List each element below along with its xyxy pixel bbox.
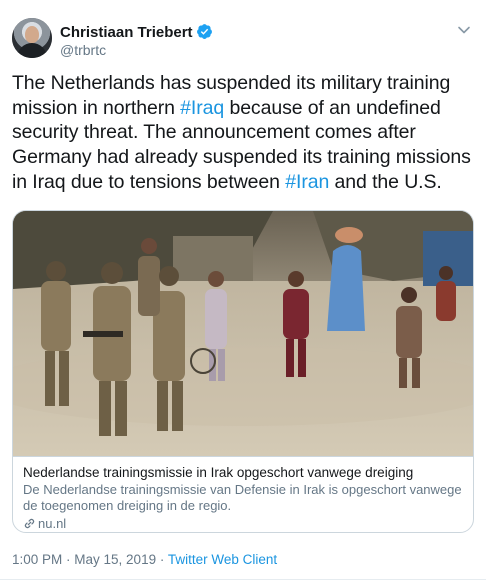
link-preview-card[interactable]: Nederlandse trainingsmissie in Irak opge… [12,210,474,533]
author-handle[interactable]: @trbrtc [60,42,106,58]
tweet-source-link[interactable]: Twitter Web Client [168,552,277,567]
tweet-metadata: 1:00 PM · May 15, 2019 · Twitter Web Cli… [12,552,277,567]
author-name-row[interactable]: Christiaan Triebert [60,23,213,41]
card-body[interactable]: Nederlandse trainingsmissie in Irak opge… [13,456,473,532]
tweet-date[interactable]: May 15, 2019 [74,552,156,567]
card-title[interactable]: Nederlandse trainingsmissie in Irak opge… [23,464,463,481]
meta-separator: · [156,552,168,567]
hashtag-link-iran[interactable]: #Iran [285,171,329,193]
meta-separator: · [62,552,75,567]
author-name[interactable]: Christiaan Triebert [60,24,193,41]
news-photo-illustration [13,211,473,456]
card-news-photo[interactable] [13,211,473,456]
tweet-text: The Netherlands has suspended its milita… [12,71,474,195]
card-domain-row: nu.nl [23,516,463,532]
avatar[interactable] [12,18,52,58]
chevron-down-icon[interactable] [456,22,472,38]
card-domain: nu.nl [38,516,67,531]
card-description: De Nederlandse trainingsmissie van Defen… [23,482,462,513]
link-icon [24,518,35,529]
verified-badge-icon [196,24,212,39]
tweet-time[interactable]: 1:00 PM [12,552,62,567]
tweet: Christiaan Triebert @trbrtc The Netherla… [0,0,486,580]
hashtag-link-iraq[interactable]: #Iraq [180,97,224,119]
tweet-text-segment: and the U.S. [329,170,442,193]
